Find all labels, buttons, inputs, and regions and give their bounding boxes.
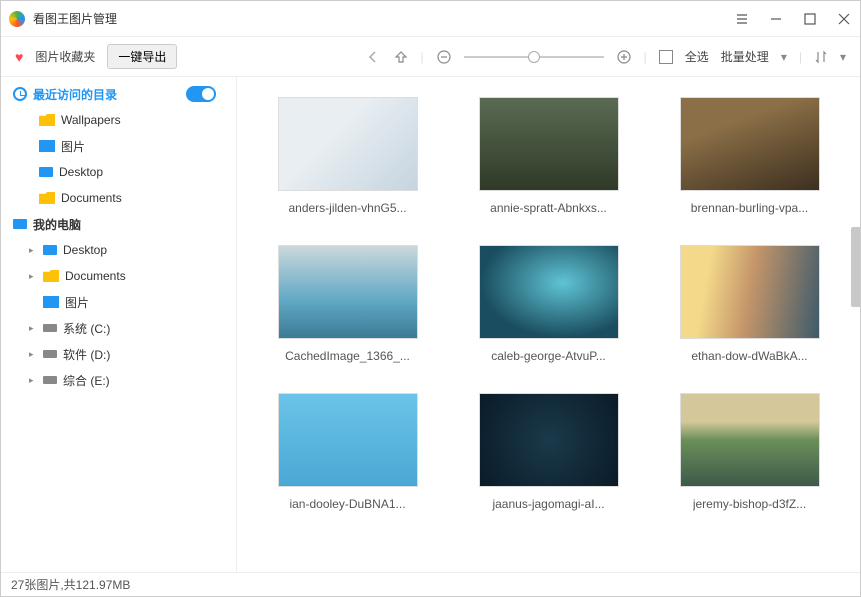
image-icon [39,140,55,152]
thumbnail-image [479,393,619,487]
thumbnail-label: annie-spratt-Abnkxs... [490,201,607,215]
thumbnail-label: anders-jilden-vhnG5... [288,201,406,215]
zoom-out-icon[interactable] [436,49,452,65]
heart-icon: ♥ [15,49,23,65]
thumbnail-image [680,97,820,191]
status-text: 27张图片,共121.97MB [11,576,130,593]
thumbnail-label: ethan-dow-dWaBkA... [691,349,807,363]
up-icon[interactable] [393,49,409,65]
thumbnail-label: caleb-george-AtvuP... [491,349,606,363]
thumbnail-item[interactable]: jeremy-bishop-d3fZ... [669,393,830,511]
thumbnail-image [278,245,418,339]
thumbnail-image [479,245,619,339]
chevron-down-icon[interactable]: ▾ [840,50,846,64]
thumbnail-grid-area: anders-jilden-vhnG5... annie-spratt-Abnk… [237,77,860,572]
sidebar-computer-label: 我的电脑 [33,216,81,233]
drive-icon [43,324,57,332]
window-title: 看图王图片管理 [33,10,734,27]
recent-toggle[interactable] [186,86,216,102]
back-icon[interactable] [365,49,381,65]
sidebar-item-images[interactable]: 图片 [1,133,236,159]
expand-icon[interactable]: ▸ [29,375,37,386]
folder-icon [43,270,59,282]
thumbnail-label: jaanus-jagomagi-aI... [492,497,604,511]
statusbar: 27张图片,共121.97MB [1,572,860,596]
folder-icon [39,114,55,126]
sidebar-computer[interactable]: 我的电脑 [1,211,236,237]
computer-icon [13,219,27,229]
thumbnail-item[interactable]: anders-jilden-vhnG5... [267,97,428,215]
thumbnail-item[interactable]: ian-dooley-DuBNA1... [267,393,428,511]
zoom-in-icon[interactable] [616,49,632,65]
batch-label[interactable]: 批量处理 [721,48,769,65]
sidebar: 最近访问的目录 Wallpapers 图片 Desktop Documents … [1,77,237,572]
thumbnail-item[interactable]: annie-spratt-Abnkxs... [468,97,629,215]
scrollbar[interactable] [851,227,860,307]
image-icon [43,296,59,308]
toolbar: ♥ 图片收藏夹 一键导出 | | 全选 批量处理 ▾ | ▾ [1,37,860,77]
sidebar-item-images2[interactable]: 图片 [1,289,236,315]
sidebar-item-wallpapers[interactable]: Wallpapers [1,107,236,133]
minimize-button[interactable] [768,11,784,27]
thumbnail-item[interactable]: CachedImage_1366_... [267,245,428,363]
content-area: 最近访问的目录 Wallpapers 图片 Desktop Documents … [1,77,860,572]
thumbnail-grid: anders-jilden-vhnG5... annie-spratt-Abnk… [267,97,830,511]
thumbnail-item[interactable]: caleb-george-AtvuP... [468,245,629,363]
sidebar-item-drive-d[interactable]: ▸软件 (D:) [1,341,236,367]
menu-icon[interactable] [734,11,750,27]
app-window: 看图王图片管理 ♥ 图片收藏夹 一键导出 | | 全选 批量处理 ▾ | ▾ [0,0,861,597]
expand-icon[interactable]: ▸ [29,271,37,282]
expand-icon[interactable]: ▸ [29,323,37,334]
sort-icon[interactable] [814,50,828,64]
sidebar-item-desktop2[interactable]: ▸Desktop [1,237,236,263]
zoom-slider[interactable] [464,56,604,58]
close-button[interactable] [836,11,852,27]
app-icon [9,11,25,27]
thumbnail-label: brennan-burling-vpa... [691,201,808,215]
sidebar-item-drive-c[interactable]: ▸系统 (C:) [1,315,236,341]
select-all-label[interactable]: 全选 [685,48,709,65]
maximize-button[interactable] [802,11,818,27]
sidebar-item-desktop[interactable]: Desktop [1,159,236,185]
thumbnail-label: ian-dooley-DuBNA1... [289,497,405,511]
titlebar: 看图王图片管理 [1,1,860,37]
thumbnail-item[interactable]: brennan-burling-vpa... [669,97,830,215]
window-controls [734,11,852,27]
thumbnail-image [680,245,820,339]
chevron-down-icon[interactable]: ▾ [781,50,787,64]
drive-icon [43,376,57,384]
drive-icon [43,350,57,358]
sidebar-item-drive-e[interactable]: ▸综合 (E:) [1,367,236,393]
export-button[interactable]: 一键导出 [107,44,177,69]
thumbnail-image [680,393,820,487]
thumbnail-image [278,97,418,191]
folder-icon [39,192,55,204]
favorites-label[interactable]: 图片收藏夹 [35,48,95,65]
sidebar-recent[interactable]: 最近访问的目录 [1,81,236,107]
expand-icon[interactable]: ▸ [29,349,37,360]
thumbnail-label: CachedImage_1366_... [285,349,410,363]
expand-icon[interactable]: ▸ [29,245,37,256]
sidebar-item-documents2[interactable]: ▸Documents [1,263,236,289]
select-all-checkbox[interactable] [659,50,673,64]
thumbnail-label: jeremy-bishop-d3fZ... [693,497,806,511]
sidebar-item-documents[interactable]: Documents [1,185,236,211]
thumbnail-item[interactable]: jaanus-jagomagi-aI... [468,393,629,511]
clock-icon [13,87,27,101]
thumbnail-image [479,97,619,191]
monitor-icon [43,245,57,255]
monitor-icon [39,167,53,177]
sidebar-recent-label: 最近访问的目录 [33,86,117,103]
thumbnail-item[interactable]: ethan-dow-dWaBkA... [669,245,830,363]
thumbnail-image [278,393,418,487]
